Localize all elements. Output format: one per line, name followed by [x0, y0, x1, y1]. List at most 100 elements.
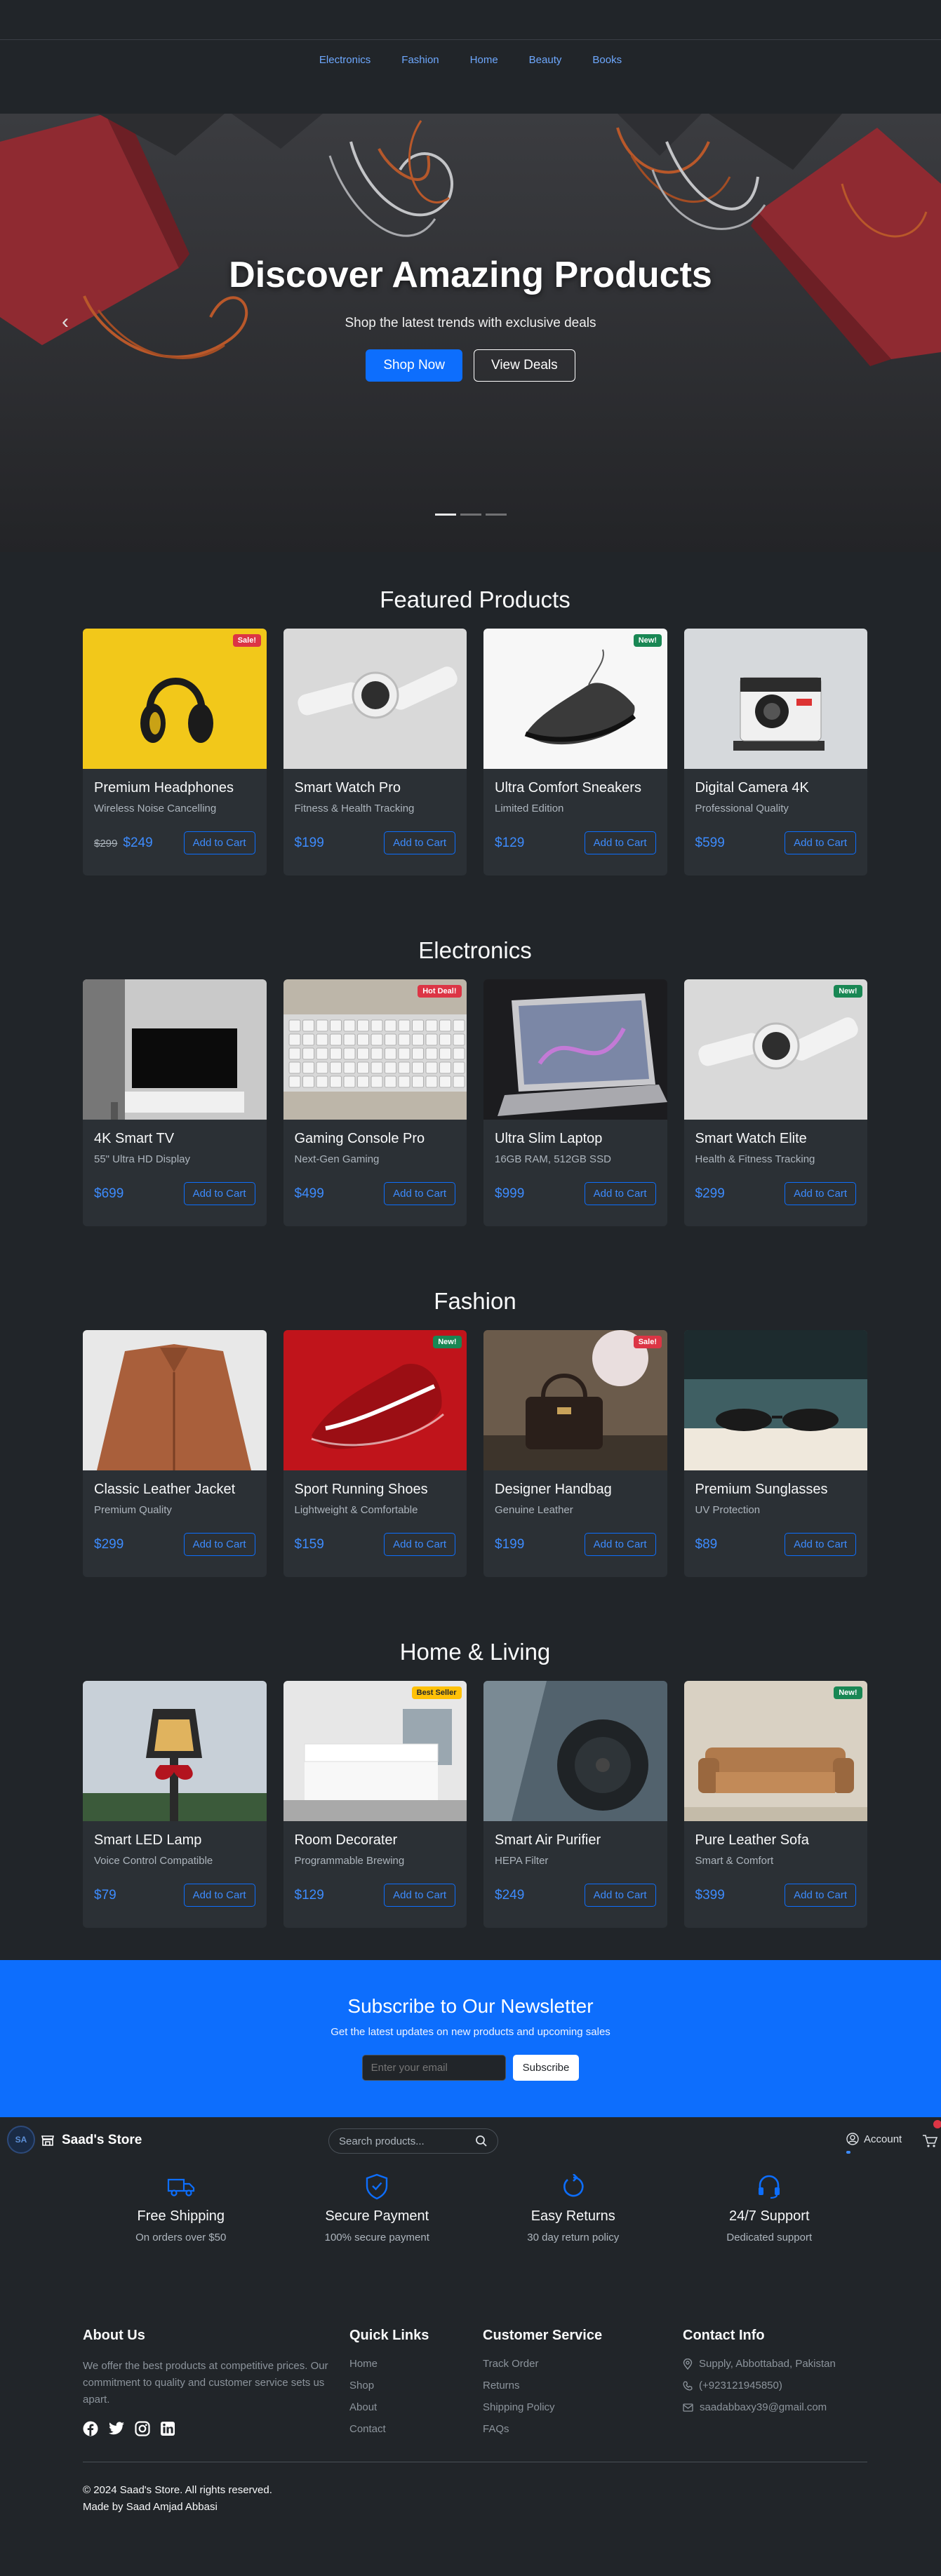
smartwatch-image: [283, 629, 467, 769]
robot-vacuum-image: [483, 1681, 667, 1821]
product-image[interactable]: [483, 979, 667, 1120]
product-card[interactable]: New! Ultra Comfort Sneakers Limited Editio…: [483, 629, 667, 876]
product-card[interactable]: Premium Sunglasses UV Protection $89 Add to…: [683, 1330, 867, 1577]
product-image[interactable]: [83, 1681, 267, 1821]
add-to-cart-button[interactable]: Add to Cart: [384, 1884, 455, 1907]
product-image[interactable]: Sale!: [483, 1330, 667, 1470]
add-to-cart-button[interactable]: Add to Cart: [785, 1533, 856, 1556]
product-price: $999: [495, 1186, 525, 1201]
product-image[interactable]: [283, 629, 467, 769]
product-image[interactable]: New!: [683, 979, 867, 1120]
product-card[interactable]: Digital Camera 4K Professional Quality $59…: [683, 629, 867, 876]
shield-icon: [366, 2173, 388, 2200]
twitter-icon[interactable]: [108, 2421, 125, 2436]
product-image[interactable]: Sale!: [83, 629, 267, 769]
location-pin-icon: [683, 2358, 693, 2370]
product-image[interactable]: [683, 629, 867, 769]
newsletter-email-input[interactable]: [361, 2055, 506, 2081]
lamp-image: [83, 1681, 267, 1821]
add-to-cart-button[interactable]: Add to Cart: [785, 1884, 856, 1907]
add-to-cart-button[interactable]: Add to Cart: [584, 1884, 656, 1907]
product-image[interactable]: [83, 979, 267, 1120]
product-card[interactable]: New! Sport Running Shoes Lightweight & Com…: [283, 1330, 467, 1577]
footer-link-home[interactable]: Home: [349, 2358, 483, 2370]
instagram-icon[interactable]: [135, 2421, 150, 2436]
product-card[interactable]: Hot Deal! Gaming Console Pro Next-Gen Gami…: [283, 979, 467, 1226]
add-to-cart-button[interactable]: Add to Cart: [183, 831, 255, 854]
section-title: Electronics: [418, 937, 532, 963]
return-icon: [563, 2174, 584, 2197]
product-card[interactable]: Best Seller Room Decorater Programmable Br…: [283, 1681, 467, 1928]
product-card[interactable]: Sale! Designer Handbag Genuine Leather $199…: [483, 1330, 667, 1577]
section-title: Fashion: [434, 1288, 516, 1314]
carousel-indicator[interactable]: [485, 514, 507, 516]
add-to-cart-button[interactable]: Add to Cart: [183, 1182, 255, 1205]
add-to-cart-button[interactable]: Add to Cart: [384, 1533, 455, 1556]
add-to-cart-button[interactable]: Add to Cart: [384, 1182, 455, 1205]
add-to-cart-button[interactable]: Add to Cart: [384, 831, 455, 854]
product-subtitle: Lightweight & Comfortable: [294, 1504, 418, 1516]
footer-link-shop[interactable]: Shop: [349, 2380, 483, 2391]
cart-icon[interactable]: [922, 2134, 937, 2148]
add-to-cart-button[interactable]: Add to Cart: [584, 1182, 656, 1205]
search-input[interactable]: Search products...: [328, 2128, 498, 2154]
product-image[interactable]: Hot Deal!: [283, 979, 467, 1120]
footer-link-about[interactable]: About: [349, 2401, 483, 2413]
facebook-icon[interactable]: [83, 2421, 98, 2436]
add-to-cart-button[interactable]: Add to Cart: [785, 831, 856, 854]
product-price: $199: [294, 835, 324, 850]
product-card[interactable]: 4K Smart TV 55" Ultra HD Display $699 Add t…: [83, 979, 267, 1226]
product-image[interactable]: [683, 1330, 867, 1470]
product-image[interactable]: [483, 1681, 667, 1821]
product-card[interactable]: Classic Leather Jacket Premium Quality $29…: [83, 1330, 267, 1577]
footer-link-faqs[interactable]: FAQs: [483, 2423, 683, 2435]
linkedin-icon[interactable]: [160, 2421, 175, 2436]
add-to-cart-button[interactable]: Add to Cart: [183, 1884, 255, 1907]
product-image[interactable]: [83, 1330, 267, 1470]
product-image[interactable]: New!: [683, 1681, 867, 1821]
contact-phone-text: (+923121945850): [699, 2380, 782, 2391]
view-deals-button[interactable]: View Deals: [473, 349, 575, 382]
product-subtitle: Limited Edition: [495, 803, 564, 814]
subscribe-button[interactable]: Subscribe: [512, 2055, 580, 2081]
product-subtitle: Voice Control Compatible: [94, 1855, 213, 1867]
product-card[interactable]: Smart Air Purifier HEPA Filter $249 Add to …: [483, 1681, 667, 1928]
footer-link-contact[interactable]: Contact: [349, 2423, 483, 2435]
add-to-cart-button[interactable]: Add to Cart: [785, 1182, 856, 1205]
carousel-indicator[interactable]: [434, 514, 456, 516]
search-icon[interactable]: [475, 2135, 488, 2147]
laptop-image: [483, 979, 667, 1120]
sofa-image: [683, 1681, 867, 1821]
product-image[interactable]: New!: [283, 1330, 467, 1470]
nav-link-fashion[interactable]: Fashion: [401, 54, 439, 66]
product-card[interactable]: New! Pure Leather Sofa Smart & Comfort $399…: [683, 1681, 867, 1928]
carousel-indicators: [0, 514, 941, 516]
user-icon: [846, 2133, 859, 2145]
nav-link-beauty[interactable]: Beauty: [529, 54, 562, 66]
add-to-cart-button[interactable]: Add to Cart: [584, 831, 656, 854]
footer-link-returns[interactable]: Returns: [483, 2380, 683, 2391]
store-logo[interactable]: SA: [7, 2126, 35, 2154]
add-to-cart-button[interactable]: Add to Cart: [584, 1533, 656, 1556]
product-image[interactable]: New!: [483, 629, 667, 769]
shop-now-button[interactable]: Shop Now: [366, 349, 462, 382]
add-to-cart-button[interactable]: Add to Cart: [183, 1533, 255, 1556]
product-card[interactable]: Smart Watch Pro Fitness & Health Tracking…: [283, 629, 467, 876]
product-card[interactable]: Smart LED Lamp Voice Control Compatible $7…: [83, 1681, 267, 1928]
product-grid: Classic Leather Jacket Premium Quality $29…: [83, 1330, 867, 1577]
footer-link-track-order[interactable]: Track Order: [483, 2358, 683, 2370]
product-name: Smart Watch Elite: [695, 1131, 807, 1146]
nav-link-books[interactable]: Books: [592, 54, 622, 66]
footer-quick-links-title: Quick Links: [349, 2328, 429, 2343]
footer-link-shipping-policy[interactable]: Shipping Policy: [483, 2401, 683, 2413]
product-card[interactable]: Sale! Premium Headphones Wireless Noise Ca…: [83, 629, 267, 876]
product-image[interactable]: Best Seller: [283, 1681, 467, 1821]
product-card[interactable]: Ultra Slim Laptop 16GB RAM, 512GB SSD $999…: [483, 979, 667, 1226]
carousel-indicator[interactable]: [460, 514, 481, 516]
nav-link-home[interactable]: Home: [470, 54, 498, 66]
brand[interactable]: Saad's Store: [41, 2133, 142, 2148]
product-old-price: $299: [94, 837, 118, 850]
account-link[interactable]: Account: [846, 2133, 902, 2145]
product-card[interactable]: New! Smart Watch Elite Health & Fitness Tr…: [683, 979, 867, 1226]
nav-link-electronics[interactable]: Electronics: [319, 54, 371, 66]
